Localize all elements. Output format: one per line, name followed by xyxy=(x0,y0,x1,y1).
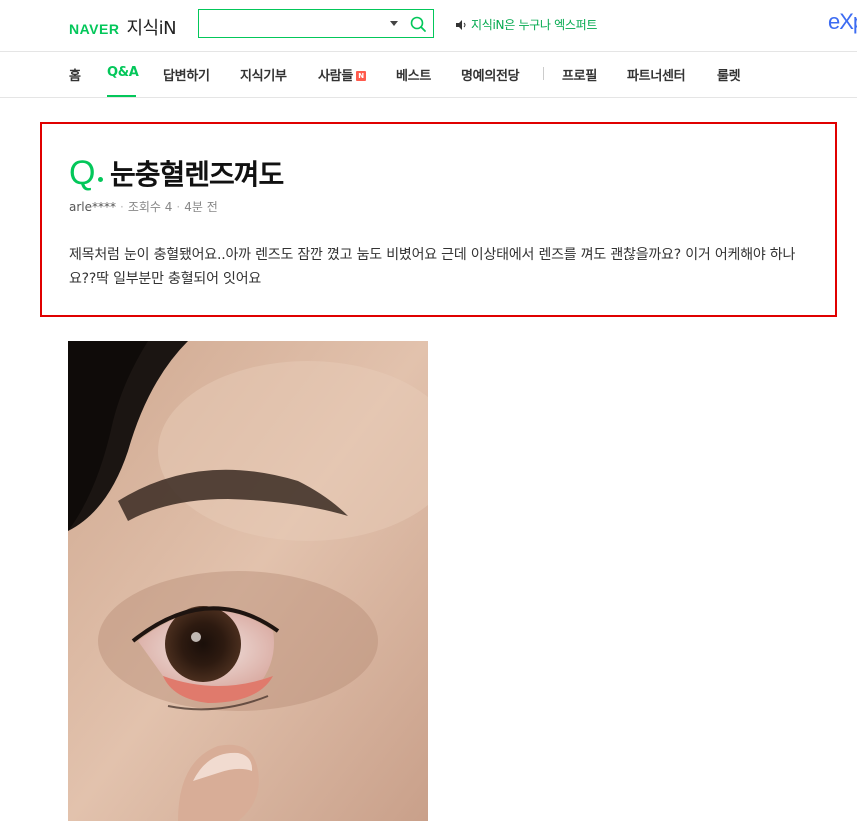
dropdown-arrow-icon[interactable] xyxy=(390,21,398,26)
photo-of-eye-icon xyxy=(68,341,428,821)
speaker-icon xyxy=(456,19,466,30)
tab-answer[interactable]: 답변하기 xyxy=(163,65,210,84)
tab-people[interactable]: 사람들 N xyxy=(318,65,366,84)
notice-text[interactable]: 지식iN은 누구나 엑스퍼트 xyxy=(471,16,597,33)
tab-people-label: 사람들 xyxy=(318,69,353,84)
active-tab-indicator xyxy=(107,95,136,97)
new-badge: N xyxy=(355,71,366,81)
tab-roulette[interactable]: 룰렛 xyxy=(717,65,741,84)
tab-donate[interactable]: 지식기부 xyxy=(240,65,287,84)
tab-profile[interactable]: 프로필 xyxy=(562,65,597,84)
tab-home[interactable]: 홈 xyxy=(69,65,81,84)
expert-logo[interactable]: eXp xyxy=(828,9,857,35)
nav-divider xyxy=(543,67,544,80)
attached-photo[interactable] xyxy=(68,341,428,821)
view-count: 조회수 4 xyxy=(127,200,173,214)
naver-logo[interactable]: NAVER xyxy=(69,21,119,37)
author-name[interactable]: arle**** xyxy=(69,200,116,214)
meta-separator: · xyxy=(120,200,124,214)
question-meta: arle**** · 조회수 4 · 4분 전 xyxy=(69,198,218,215)
main-nav: 홈 Q&A 답변하기 지식기부 사람들 N 베스트 명예의전당 프로필 파트너센터… xyxy=(0,52,857,98)
question-body: 제목처럼 눈이 충혈됐어요..아까 렌즈도 잠깐 꼈고 눔도 비볐어요 근데 이… xyxy=(69,247,796,287)
question-marker: Q xyxy=(69,154,96,192)
tab-qna[interactable]: Q&A xyxy=(107,65,139,80)
search-icon[interactable] xyxy=(409,15,427,33)
notice-banner[interactable]: 지식iN은 누구나 엑스퍼트 xyxy=(455,16,597,33)
question-box: Q 눈충혈렌즈껴도 arle**** · 조회수 4 · 4분 전 제목처럼 눈이 충혈… xyxy=(40,122,837,317)
question-marker-dot xyxy=(98,177,103,182)
tab-hall-of-fame[interactable]: 명예의전당 xyxy=(461,65,520,84)
kin-logo[interactable]: 지식iN xyxy=(126,14,176,40)
post-time: 4분 전 xyxy=(184,200,218,214)
tab-partner-center[interactable]: 파트너센터 xyxy=(627,65,686,84)
meta-separator: · xyxy=(176,200,181,214)
logo[interactable]: NAVER 지식iN xyxy=(69,14,177,40)
search-box xyxy=(198,9,434,38)
top-header: NAVER 지식iN 지식iN은 누구나 엑스퍼트 eXp xyxy=(0,0,857,52)
question-title: 눈충혈렌즈껴도 xyxy=(110,158,284,191)
search-input[interactable] xyxy=(205,14,385,33)
tab-best[interactable]: 베스트 xyxy=(396,65,431,84)
